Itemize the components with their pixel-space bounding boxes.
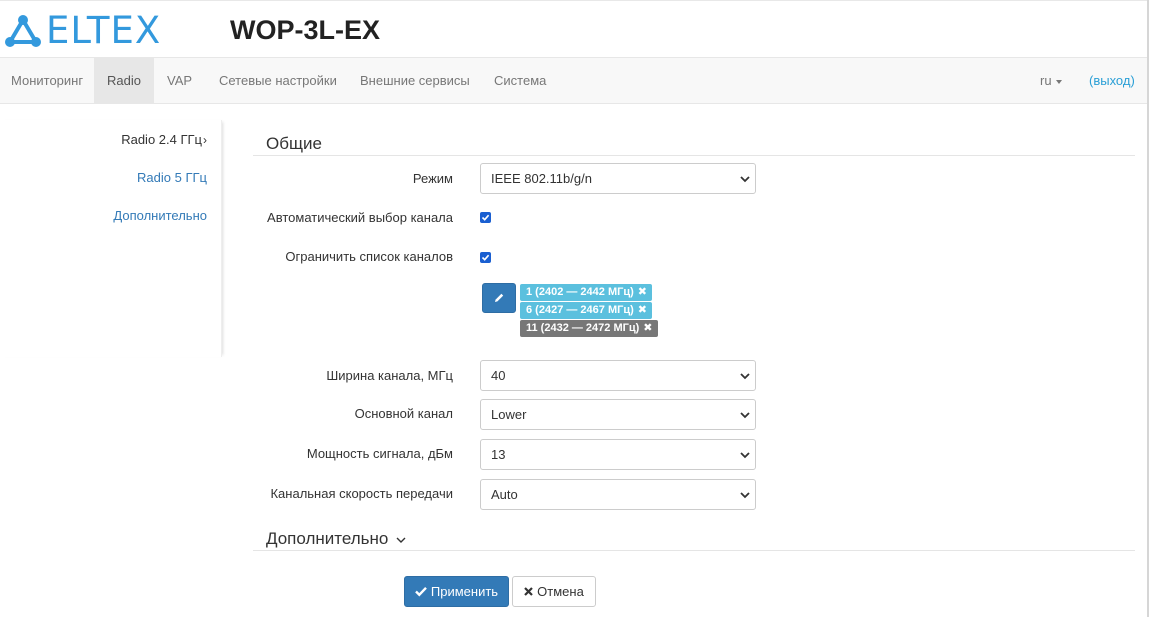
channel-tag: 6 (2427 — 2467 МГц) ✖ bbox=[520, 302, 652, 319]
data-rate-label: Канальная скорость передачи bbox=[270, 486, 453, 501]
nav-system[interactable]: Система bbox=[494, 58, 546, 103]
mode-label: Режим bbox=[412, 171, 453, 186]
sidebar-item-label: Radio 2.4 ГГц bbox=[121, 132, 202, 147]
section-advanced-title: Дополнительно bbox=[266, 529, 389, 548]
eltex-logo[interactable]: ELTEX bbox=[4, 9, 162, 52]
chevron-down-icon bbox=[740, 412, 750, 419]
nav-vap[interactable]: VAP bbox=[167, 58, 192, 103]
channel-tag: 11 (2432 — 2472 МГц) ✖ bbox=[520, 320, 658, 337]
limit-channels-label: Ограничить список каналов bbox=[285, 249, 453, 264]
bandwidth-label: Ширина канала, МГц bbox=[326, 368, 453, 383]
x-icon[interactable]: ✖ bbox=[643, 322, 652, 334]
apply-label: Применить bbox=[430, 584, 499, 599]
sidebar: Radio 2.4 ГГц› Radio 5 ГГц Дополнительно bbox=[0, 120, 222, 357]
header: ELTEX WOP-3L-EX bbox=[0, 1, 1147, 57]
channel-tag-label: 1 (2402 — 2442 МГц) bbox=[526, 286, 634, 298]
mode-select[interactable]: IEEE 802.11b/g/n bbox=[480, 163, 756, 194]
section-advanced-toggle[interactable]: Дополнительно bbox=[266, 529, 406, 549]
section-divider bbox=[253, 550, 1135, 551]
limit-channels-checkbox[interactable] bbox=[480, 252, 491, 263]
chevron-down-icon bbox=[740, 373, 750, 380]
bandwidth-select[interactable]: 40 bbox=[480, 360, 756, 391]
mode-value: IEEE 802.11b/g/n bbox=[491, 171, 592, 186]
data-rate-value: Auto bbox=[491, 487, 518, 502]
chevron-down-icon bbox=[740, 452, 750, 459]
section-general-title: Общие bbox=[266, 134, 322, 153]
x-icon[interactable]: ✖ bbox=[638, 304, 647, 316]
logout-link[interactable]: (выход) bbox=[1089, 58, 1135, 103]
edit-channels-button[interactable] bbox=[482, 283, 516, 313]
navbar: Мониторинг Radio VAP Сетевые настройки В… bbox=[0, 57, 1147, 104]
apply-button[interactable]: Применить bbox=[404, 576, 509, 607]
device-title: WOP-3L-EX bbox=[230, 15, 381, 45]
chevron-down-icon bbox=[740, 176, 750, 183]
section-divider bbox=[253, 155, 1135, 156]
tx-power-select[interactable]: 13 bbox=[480, 439, 756, 470]
chevron-right-icon: › bbox=[203, 133, 207, 147]
channel-tag-label: 6 (2427 — 2467 МГц) bbox=[526, 304, 634, 316]
language-label: ru bbox=[1040, 73, 1052, 88]
cancel-button[interactable]: Отмена bbox=[512, 576, 596, 607]
nav-radio[interactable]: Radio bbox=[94, 58, 154, 103]
caret-down-icon bbox=[1055, 79, 1062, 84]
primary-channel-select[interactable]: Lower bbox=[480, 399, 756, 430]
auto-channel-label: Автоматический выбор канала bbox=[267, 210, 453, 225]
primary-channel-value: Lower bbox=[491, 407, 527, 422]
primary-channel-label: Основной канал bbox=[354, 406, 453, 421]
language-dropdown[interactable]: ru bbox=[1040, 58, 1062, 103]
check-icon bbox=[481, 214, 490, 221]
tx-power-value: 13 bbox=[491, 447, 506, 462]
x-icon[interactable]: ✖ bbox=[638, 286, 647, 298]
nav-monitoring[interactable]: Мониторинг bbox=[0, 58, 94, 103]
eltex-logo-icon bbox=[5, 15, 41, 47]
x-icon bbox=[524, 587, 533, 596]
sidebar-item-additional[interactable]: Дополнительно bbox=[113, 208, 207, 223]
nav-external-services[interactable]: Внешние сервисы bbox=[360, 58, 470, 103]
sidebar-item-radio-24[interactable]: Radio 2.4 ГГц› bbox=[121, 132, 207, 147]
auto-channel-checkbox[interactable] bbox=[480, 212, 491, 223]
bandwidth-value: 40 bbox=[491, 368, 506, 383]
check-icon bbox=[415, 586, 427, 597]
pencil-icon bbox=[495, 293, 504, 302]
channel-tag-label: 11 (2432 — 2472 МГц) bbox=[526, 322, 640, 334]
sidebar-item-radio-5[interactable]: Radio 5 ГГц bbox=[137, 170, 207, 185]
cancel-label: Отмена bbox=[537, 584, 584, 599]
data-rate-select[interactable]: Auto bbox=[480, 479, 756, 510]
chevron-down-icon bbox=[740, 492, 750, 499]
check-icon bbox=[481, 254, 490, 261]
logo-text: ELTEX bbox=[46, 9, 162, 52]
channel-tag: 1 (2402 — 2442 МГц) ✖ bbox=[520, 284, 652, 301]
nav-network-settings[interactable]: Сетевые настройки bbox=[219, 58, 337, 103]
chevron-down-icon bbox=[396, 537, 406, 543]
tx-power-label: Мощность сигнала, дБм bbox=[306, 446, 453, 461]
